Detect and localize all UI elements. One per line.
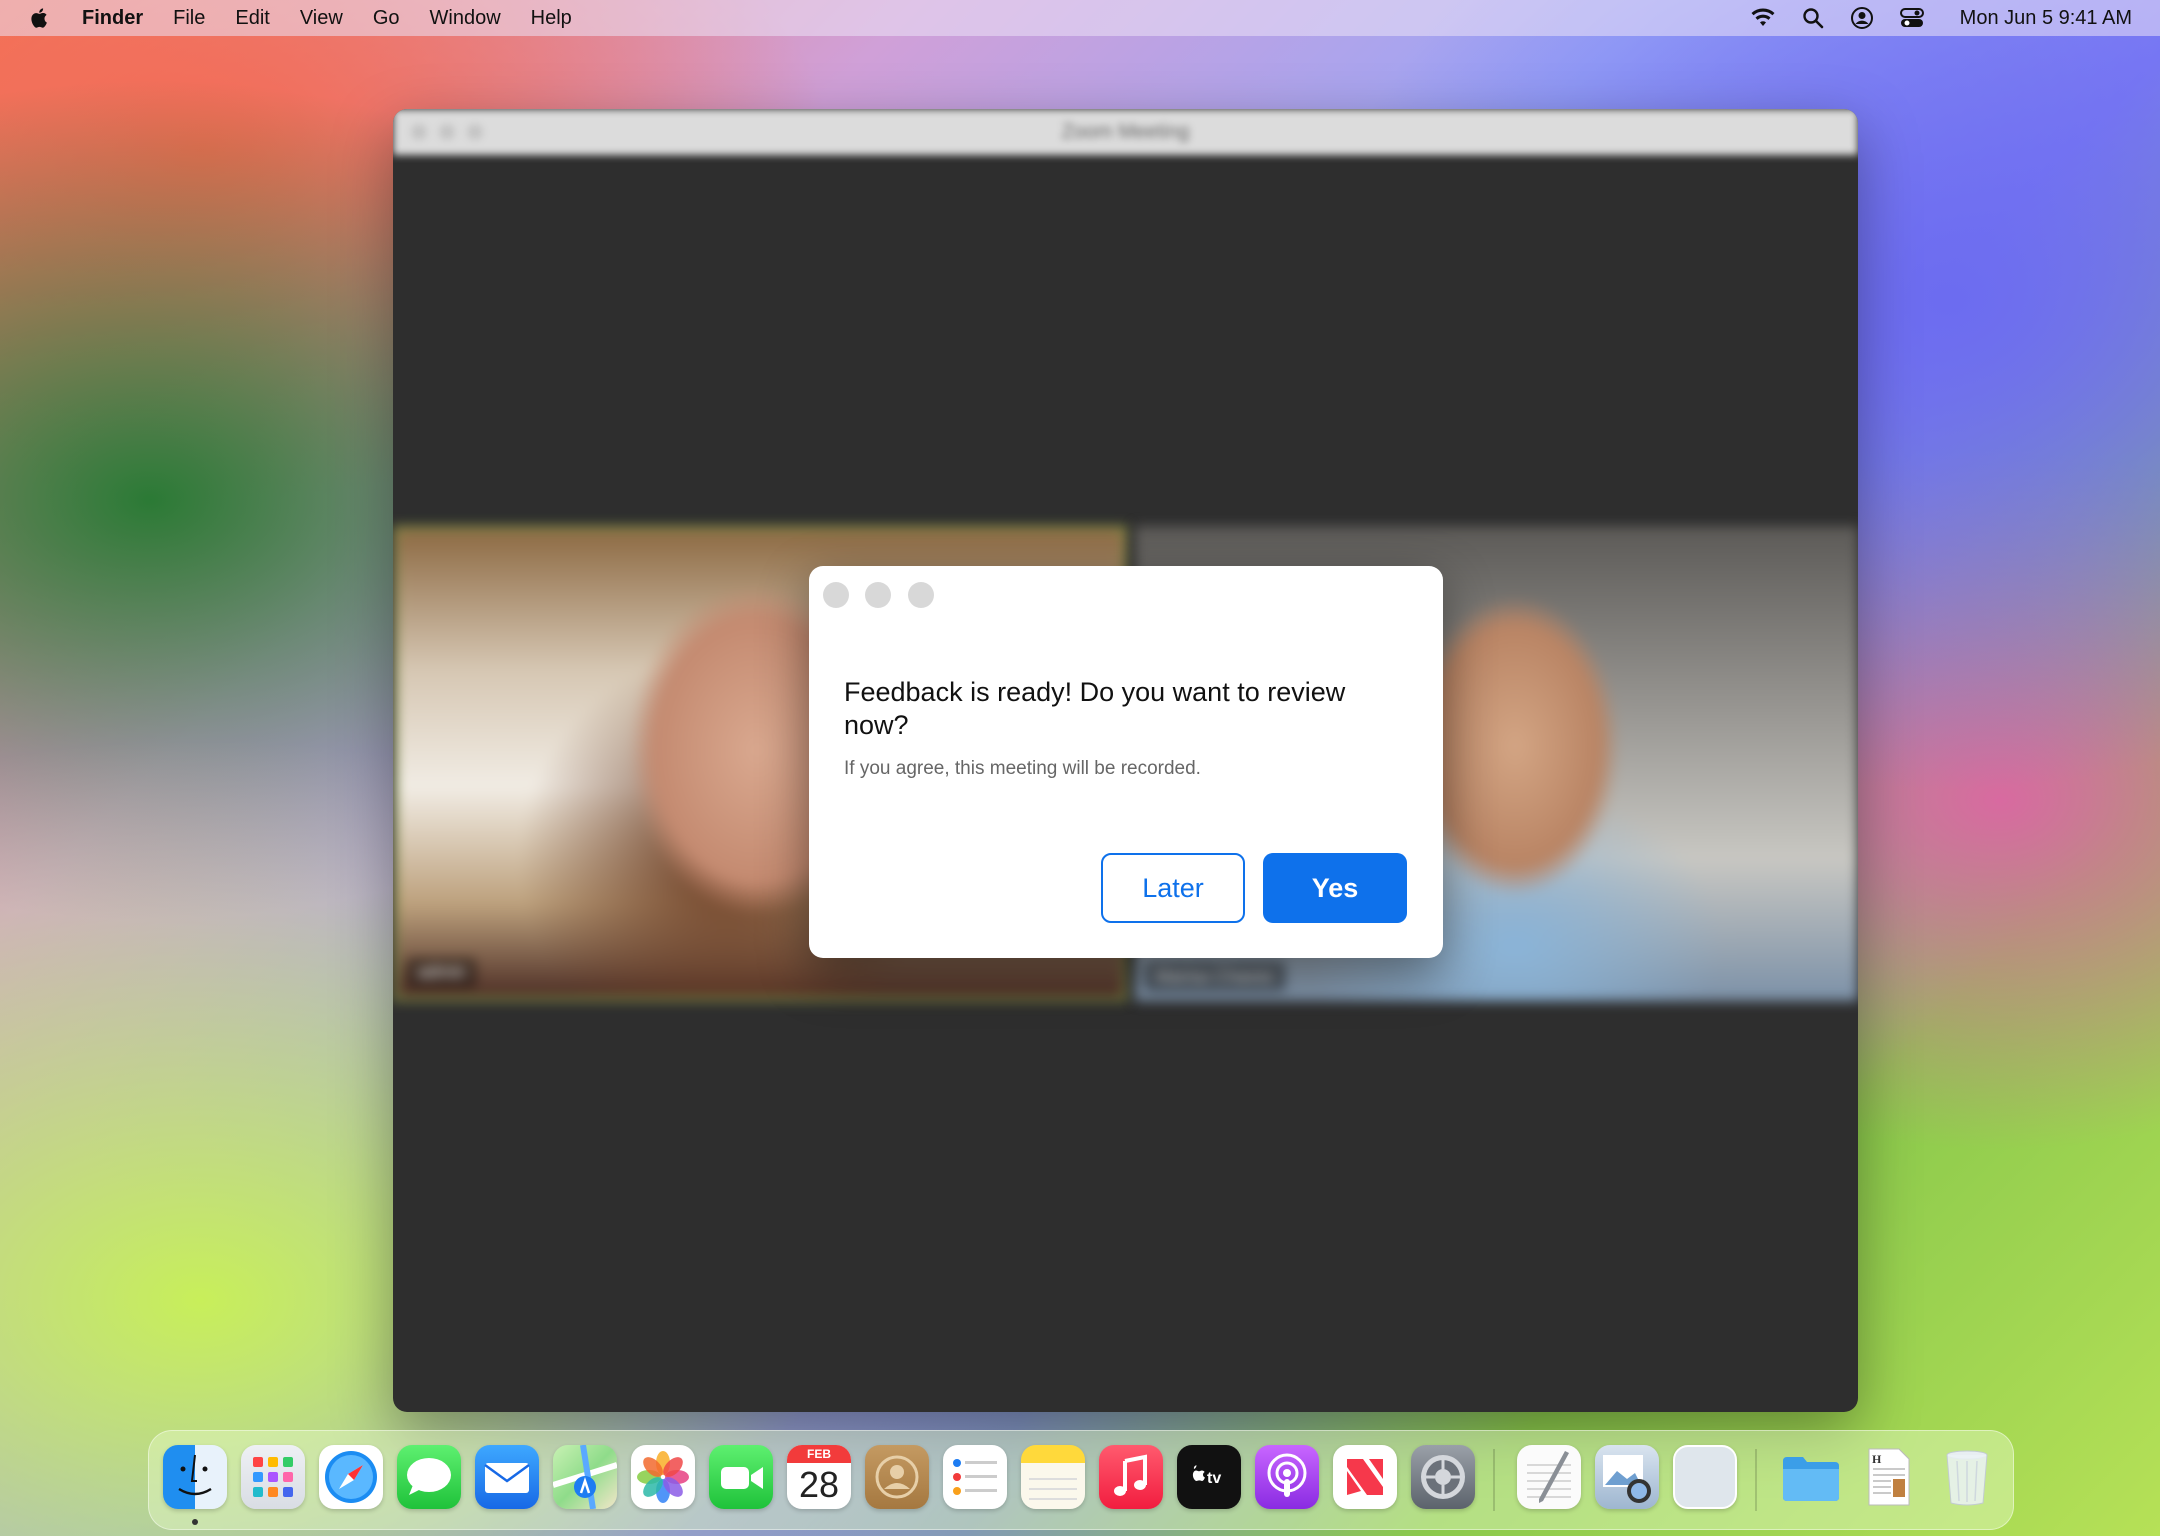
svg-text:tv: tv <box>1207 1470 1221 1487</box>
window-title: Zoom Meeting <box>1061 121 1190 143</box>
feedback-dialog: Feedback is ready! Do you want to review… <box>809 566 1443 958</box>
search-icon[interactable] <box>1802 7 1824 29</box>
textedit-icon[interactable] <box>1517 1445 1581 1509</box>
participant-name: admin <box>407 958 477 987</box>
menu-go[interactable]: Go <box>373 7 400 30</box>
document-icon[interactable]: H <box>1857 1445 1921 1509</box>
maps-icon[interactable] <box>553 1445 617 1509</box>
system-settings-icon[interactable] <box>1411 1445 1475 1509</box>
dialog-zoom-dot-icon[interactable] <box>908 582 934 608</box>
contacts-icon[interactable] <box>865 1445 929 1509</box>
music-icon[interactable] <box>1099 1445 1163 1509</box>
control-center-icon[interactable] <box>1899 7 1924 29</box>
user-icon[interactable] <box>1850 6 1874 30</box>
dialog-close-dot-icon[interactable] <box>823 582 849 608</box>
menu-app-name[interactable]: Finder <box>82 7 143 30</box>
news-icon[interactable] <box>1333 1445 1397 1509</box>
podcasts-icon[interactable] <box>1255 1445 1319 1509</box>
menu-view[interactable]: View <box>300 7 343 30</box>
calendar-month: FEB <box>787 1445 851 1463</box>
menu-edit[interactable]: Edit <box>235 7 269 30</box>
dialog-minimize-dot-icon[interactable] <box>865 582 891 608</box>
menu-file[interactable]: File <box>173 7 205 30</box>
mail-icon[interactable] <box>475 1445 539 1509</box>
launchpad-icon[interactable] <box>241 1445 305 1509</box>
calendar-icon[interactable]: FEB 28 <box>787 1445 851 1509</box>
calendar-day: 28 <box>798 1464 840 1505</box>
apple-icon[interactable] <box>28 6 52 30</box>
wifi-icon[interactable] <box>1750 8 1776 28</box>
window-titlebar: Zoom Meeting <box>393 109 1858 155</box>
folder-icon[interactable] <box>1779 1445 1843 1509</box>
later-button[interactable]: Later <box>1101 853 1245 923</box>
menu-help[interactable]: Help <box>531 7 572 30</box>
photos-icon[interactable] <box>631 1445 695 1509</box>
dock-separator <box>1493 1449 1495 1511</box>
notes-icon[interactable] <box>1021 1445 1085 1509</box>
menu-bar: Finder File Edit View Go Window Help Mon… <box>0 0 2160 36</box>
dock: FEB 28 tv H <box>148 1430 2014 1530</box>
dialog-subtitle: If you agree, this meeting will be recor… <box>844 758 1201 779</box>
finder-icon[interactable] <box>163 1445 227 1509</box>
window-app-icon[interactable] <box>1673 1445 1737 1509</box>
reminders-icon[interactable] <box>943 1445 1007 1509</box>
trash-icon[interactable] <box>1935 1445 1999 1509</box>
menu-window[interactable]: Window <box>430 7 501 30</box>
svg-text:H: H <box>1872 1452 1882 1466</box>
facetime-icon[interactable] <box>709 1445 773 1509</box>
running-indicator <box>192 1519 198 1525</box>
menubar-clock[interactable]: Mon Jun 5 9:41 AM <box>1960 7 2132 30</box>
dock-separator <box>1755 1449 1757 1511</box>
dialog-title: Feedback is ready! Do you want to review… <box>844 677 1346 740</box>
safari-icon[interactable] <box>319 1445 383 1509</box>
preview-icon[interactable] <box>1595 1445 1659 1509</box>
messages-icon[interactable] <box>397 1445 461 1509</box>
yes-button[interactable]: Yes <box>1263 853 1407 923</box>
participant-name: Marisa Chavez <box>1145 962 1286 991</box>
tv-icon[interactable]: tv <box>1177 1445 1241 1509</box>
